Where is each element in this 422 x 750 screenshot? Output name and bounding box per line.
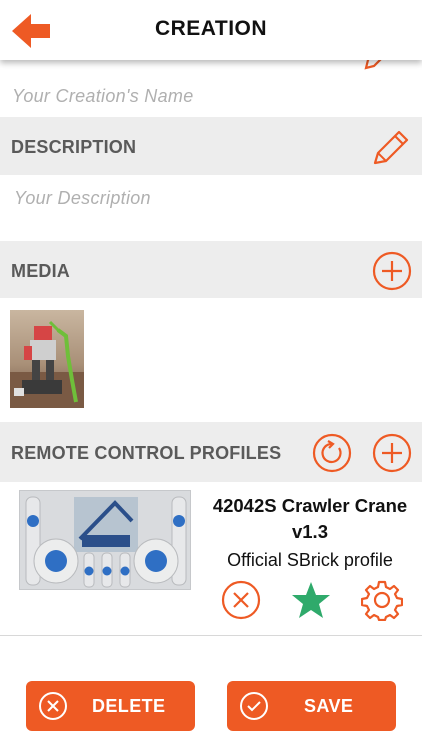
description-header: DESCRIPTION bbox=[0, 117, 422, 175]
refresh-circle-icon[interactable] bbox=[312, 433, 352, 473]
profile-name-line2: v1.3 bbox=[291, 521, 328, 542]
description-input[interactable]: Your Description bbox=[14, 188, 151, 209]
profile-subtitle: Official SBrick profile bbox=[227, 550, 393, 570]
pencil-icon[interactable] bbox=[370, 125, 414, 169]
profile-list-item[interactable]: 42042S Crawler Crane v1.3 Official SBric… bbox=[0, 482, 422, 632]
robot-model-image bbox=[10, 320, 84, 408]
media-title: MEDIA bbox=[11, 261, 70, 281]
profile-thumbnail bbox=[19, 490, 191, 590]
media-thumbnail[interactable] bbox=[10, 310, 84, 408]
star-icon[interactable] bbox=[290, 580, 332, 620]
pencil-icon[interactable] bbox=[362, 60, 392, 72]
page-title: CREATION bbox=[154, 17, 268, 40]
media-header: MEDIA bbox=[0, 241, 422, 298]
plus-circle-icon[interactable] bbox=[372, 251, 412, 291]
app-header: CREATION bbox=[0, 0, 422, 60]
divider bbox=[0, 635, 422, 636]
profile-name-line1: 42042S Crawler Crane bbox=[212, 495, 408, 516]
check-circle-icon bbox=[240, 692, 268, 720]
plus-circle-icon[interactable] bbox=[372, 433, 412, 473]
profiles-header: REMOTE CONTROL PROFILES bbox=[0, 422, 422, 482]
media-gallery bbox=[0, 298, 422, 422]
controller-layout-image bbox=[20, 491, 190, 589]
creation-name-row: Your Creation's Name bbox=[0, 60, 422, 117]
save-button-label: SAVE bbox=[304, 696, 354, 716]
delete-button-label: DELETE bbox=[92, 696, 166, 716]
save-button[interactable]: SAVE bbox=[227, 681, 396, 731]
creation-name-input[interactable]: Your Creation's Name bbox=[12, 86, 194, 107]
delete-button[interactable]: DELETE bbox=[26, 681, 195, 731]
close-circle-icon bbox=[39, 692, 67, 720]
close-circle-icon[interactable] bbox=[221, 580, 261, 620]
profiles-title: REMOTE CONTROL PROFILES bbox=[11, 443, 282, 463]
description-title: DESCRIPTION bbox=[11, 137, 137, 157]
gear-icon[interactable] bbox=[361, 579, 403, 621]
